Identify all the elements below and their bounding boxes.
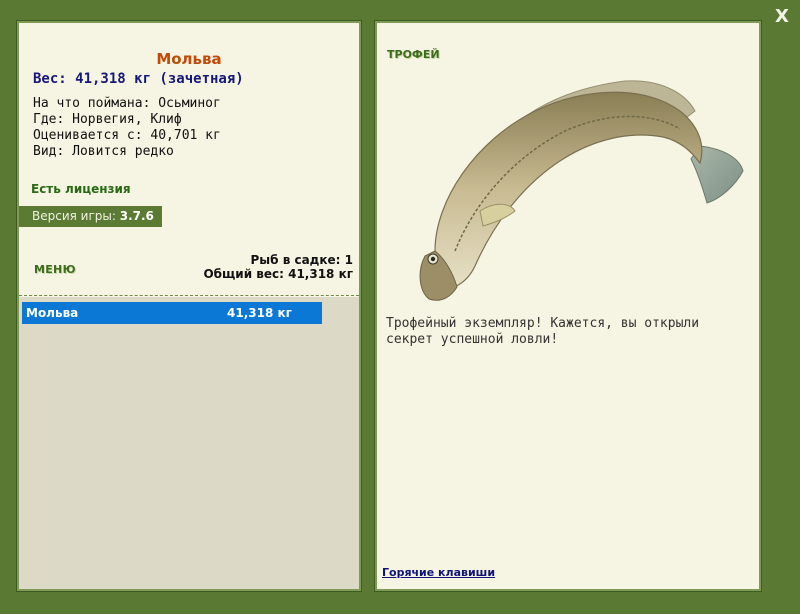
- trophy-panel: ТРОФЕЙ Трофейный экземпляр! Кажется, вы …: [374, 20, 762, 592]
- total-weight: Общий вес: 41,318 кг: [203, 267, 353, 281]
- fish-image: [419, 80, 744, 301]
- fish-name: Мольва: [156, 50, 222, 68]
- fish-weight: Вес: 41,318 кг (зачетная): [33, 71, 244, 87]
- rarity: Вид: Ловится редко: [33, 144, 174, 159]
- version-value: 3.7.6: [119, 209, 154, 223]
- fish-count: Рыб в садке: 1: [250, 253, 354, 267]
- divider: [19, 295, 359, 296]
- trophy-description: Трофейный экземпляр! Кажется, вы открыли…: [386, 316, 700, 347]
- caught-on: На что поймана: Осьминог: [33, 96, 221, 111]
- hotkeys-link[interactable]: Горячие клавиши: [382, 566, 495, 579]
- game-version: Версия игры: 3.7.6: [19, 206, 162, 227]
- close-button[interactable]: X: [770, 6, 794, 28]
- version-label: Версия игры:: [32, 209, 120, 223]
- catch-list: Мольва 41,318 кг: [19, 297, 359, 589]
- keepnet-stats: Рыб в садке: 1 Общий вес: 41,318 кг: [203, 253, 353, 281]
- location: Где: Норвегия, Клиф: [33, 112, 182, 127]
- list-item[interactable]: Мольва 41,318 кг: [22, 302, 322, 324]
- license-status: Есть лицензия: [31, 182, 131, 196]
- list-item-weight: 41,318 кг: [227, 306, 292, 320]
- rated-from: Оценивается с: 40,701 кг: [33, 128, 221, 143]
- list-item-name: Мольва: [26, 306, 79, 320]
- menu-button[interactable]: МЕНЮ: [34, 263, 76, 276]
- catch-info-panel: Мольва Вес: 41,318 кг (зачетная) На что …: [16, 20, 362, 592]
